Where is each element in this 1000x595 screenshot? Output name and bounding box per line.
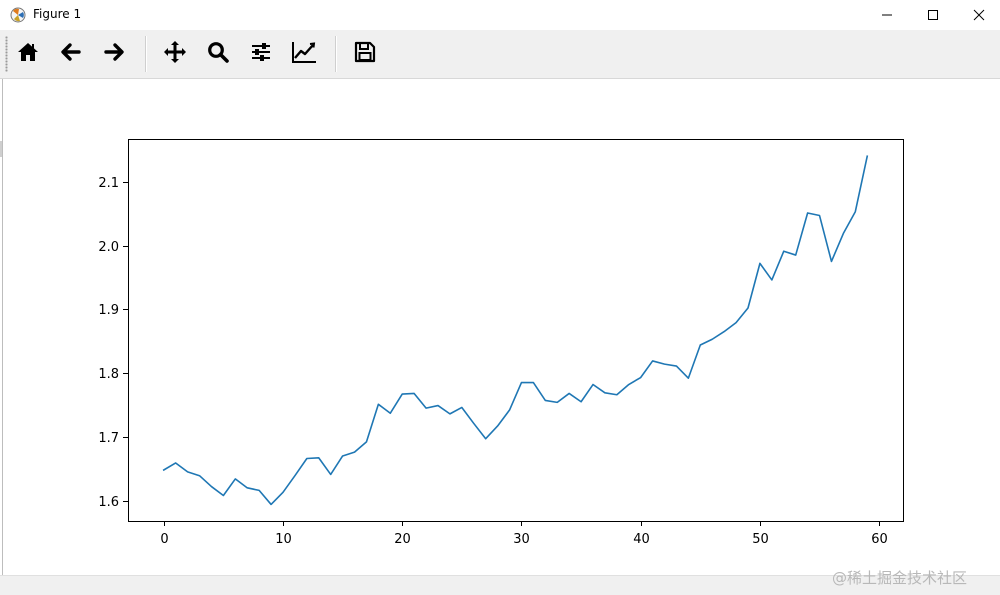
watermark: @稀土掘金技术社区 (832, 567, 967, 588)
zoom-button[interactable] (202, 39, 234, 69)
maximize-button[interactable] (910, 0, 956, 30)
x-tick-label: 0 (160, 532, 168, 547)
y-tick-label: 2.1 (98, 176, 119, 191)
window-title: Figure 1 (33, 7, 81, 21)
line-chart[interactable]: 1.6 1.7 1.8 1.9 2.0 2.1 0 10 20 30 40 50 60 (3, 79, 1000, 575)
x-tick-label: 30 (513, 532, 530, 547)
y-tick-label: 1.6 (98, 495, 119, 510)
x-tick-label: 60 (871, 532, 888, 547)
y-axis: 1.6 1.7 1.8 1.9 2.0 2.1 (98, 176, 128, 510)
x-axis: 0 10 20 30 40 50 60 (160, 521, 887, 547)
y-tick-label: 1.7 (98, 431, 119, 446)
y-tick-label: 2.0 (98, 240, 119, 255)
plot-area (164, 156, 867, 504)
arrow-left-icon (59, 40, 83, 68)
canvas-edge-marker (0, 141, 2, 157)
x-tick-label: 20 (394, 532, 411, 547)
y-tick-label: 1.9 (98, 303, 119, 318)
x-tick-label: 10 (275, 532, 292, 547)
forward-button[interactable] (98, 39, 130, 69)
minimize-button[interactable] (864, 0, 910, 30)
title-bar[interactable]: Figure 1 (0, 0, 1000, 30)
save-button[interactable] (349, 39, 381, 69)
back-button[interactable] (55, 39, 87, 69)
line-chart-icon (291, 40, 317, 68)
edit-axes-button[interactable] (288, 39, 320, 69)
move-icon (162, 39, 188, 69)
navigation-toolbar (0, 30, 1000, 79)
toolbar-separator (145, 36, 147, 72)
search-icon (206, 40, 230, 68)
y-tick-label: 1.8 (98, 367, 119, 382)
home-icon (16, 40, 40, 68)
toolbar-separator (335, 36, 337, 72)
pan-button[interactable] (159, 39, 191, 69)
home-button[interactable] (12, 39, 44, 69)
x-tick-label: 50 (752, 532, 769, 547)
sliders-icon (249, 40, 273, 68)
close-icon (973, 6, 985, 25)
matplotlib-figure-icon (10, 7, 26, 23)
x-tick-label: 40 (633, 532, 650, 547)
figure-window: Figure 1 (0, 0, 1000, 594)
subplots-button[interactable] (245, 39, 277, 69)
toolbar-grip[interactable] (5, 36, 8, 72)
series-line (164, 156, 867, 504)
axes-frame (129, 140, 904, 522)
save-icon (353, 40, 377, 68)
minimize-icon (881, 6, 893, 25)
maximize-icon (927, 6, 939, 25)
figure-canvas[interactable]: 1.6 1.7 1.8 1.9 2.0 2.1 0 10 20 30 40 50 60 (2, 79, 1000, 575)
arrow-right-icon (102, 40, 126, 68)
close-button[interactable] (956, 0, 1000, 30)
